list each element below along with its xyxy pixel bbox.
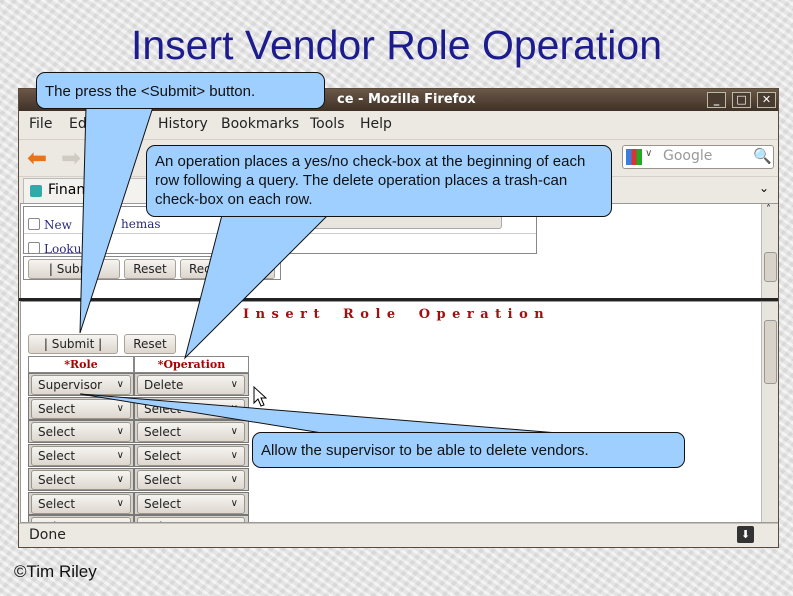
- copyright: ©Tim Riley: [14, 562, 97, 581]
- callout-operation: An operation places a yes/no check-box a…: [146, 145, 612, 217]
- callout-tail-operation: [184, 214, 330, 360]
- callout-tail-submit: [79, 106, 154, 334]
- callout-tail-supervisor: [79, 393, 559, 434]
- callout-supervisor: Allow the supervisor to be able to delet…: [252, 432, 685, 468]
- callout-submit: The press the <Submit> button.: [36, 72, 325, 109]
